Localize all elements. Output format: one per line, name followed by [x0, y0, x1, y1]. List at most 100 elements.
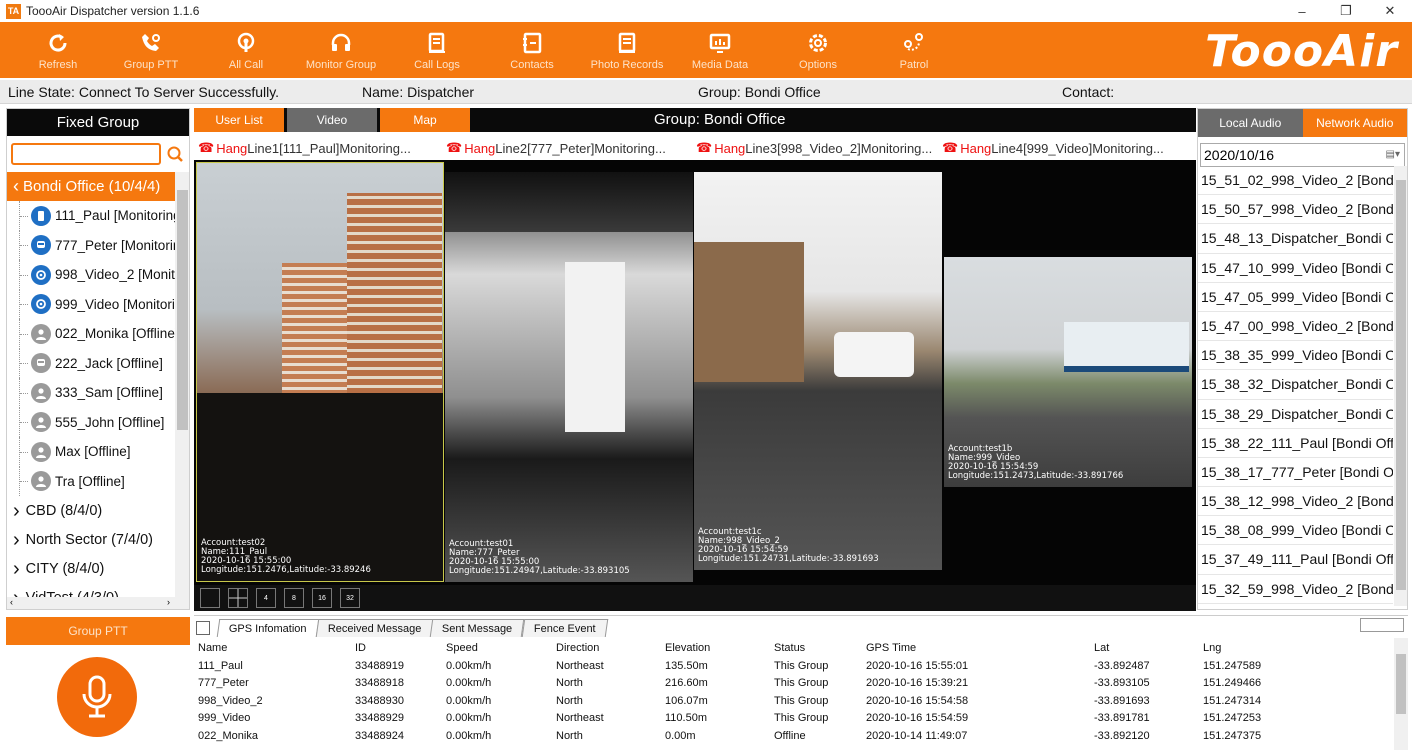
tree-member-item[interactable]: 998_Video_2 [Monitoring] [7, 260, 175, 290]
table-row[interactable]: 022_Monika 33488924 0.00km/h North 0.00m Offl… [198, 727, 1393, 745]
gps-vertical-scrollbar[interactable] [1394, 638, 1408, 750]
table-cell: 0.00km/h [446, 694, 492, 707]
layout-8-button[interactable]: 8 [284, 588, 304, 608]
audio-record-item[interactable]: 15_38_22_111_Paul [Bondi Office] [1198, 429, 1393, 458]
column-header[interactable]: Speed [446, 638, 556, 657]
video-tile-2[interactable]: Account:test01 Name:777_Peter 2020-10-16… [445, 172, 693, 582]
video-overlay-text: Account:test02 Name:111_Paul 2020-10-16 … [201, 538, 371, 575]
panel-layout-icon[interactable] [1360, 618, 1404, 632]
group-ptt-button[interactable]: Group PTT [116, 22, 186, 78]
tree-member-item[interactable]: 777_Peter [Monitoring] [7, 230, 175, 260]
monitor-line-2[interactable]: ☎ Hang Line2[777_Peter]Monitoring... [446, 140, 666, 156]
hang-phone-icon[interactable]: ☎ [942, 140, 958, 156]
audio-record-item[interactable]: 15_38_12_998_Video_2 [Bondi Office] [1198, 487, 1393, 517]
monitor-line-1[interactable]: ☎ Hang Line1[111_Paul]Monitoring... [198, 140, 411, 156]
audio-record-item[interactable]: 15_47_00_998_Video_2 [Bondi Office] [1198, 312, 1393, 342]
tree-member-item[interactable]: 111_Paul [Monitoring] [7, 201, 175, 231]
video-tile-1[interactable]: Account:test02 Name:111_Paul 2020-10-16 … [196, 162, 444, 582]
close-button[interactable]: ✕ [1368, 0, 1412, 22]
tree-member-item[interactable]: Tra [Offline] [7, 466, 175, 496]
tree-subgroup-item[interactable]: › CITY (8/4/0) [7, 554, 175, 583]
audio-record-item[interactable]: 15_38_29_Dispatcher_Bondi Office [1198, 400, 1393, 429]
monitor-line-3[interactable]: ☎ Hang Line3[998_Video_2]Monitoring... [696, 140, 932, 156]
audio-record-item[interactable]: 15_32_28_999_Video [Bondi Office] [1198, 604, 1393, 606]
column-header[interactable]: ID [355, 638, 446, 657]
audio-record-item[interactable]: 15_38_08_999_Video [Bondi Office] [1198, 516, 1393, 546]
maximize-button[interactable]: ❐ [1324, 0, 1368, 22]
hang-phone-icon[interactable]: ☎ [198, 140, 214, 156]
all-call-button[interactable]: All Call [216, 22, 276, 78]
panel-toggle-checkbox[interactable] [196, 621, 210, 635]
column-header[interactable]: GPS Time [866, 638, 1094, 657]
photo-records-button[interactable]: Photo Records [584, 22, 670, 78]
layout-16-button[interactable]: 16 [312, 588, 332, 608]
tree-subgroup-item[interactable]: › VidTest (4/3/0) [7, 583, 175, 598]
line-label: Line2[777_Peter]Monitoring... [495, 140, 666, 156]
audio-record-item[interactable]: 15_38_32_Dispatcher_Bondi Office [1198, 370, 1393, 400]
monitor-group-button[interactable]: Monitor Group [296, 22, 386, 78]
tree-member-item[interactable]: 222_Jack [Offline] [7, 348, 175, 378]
tree-group-bondi-office[interactable]: ‹ Bondi Office (10/4/4) [7, 172, 175, 201]
tab-video[interactable]: Video [287, 108, 377, 132]
audio-record-item[interactable]: 15_47_10_999_Video [Bondi Office] [1198, 254, 1393, 283]
group-search-input[interactable] [11, 143, 161, 165]
audio-record-item[interactable]: 15_47_05_999_Video [Bondi Office] [1198, 283, 1393, 312]
records-vertical-scrollbar[interactable] [1394, 166, 1407, 606]
column-header[interactable]: Lat [1094, 638, 1203, 657]
tree-member-item[interactable]: Max [Offline] [7, 437, 175, 467]
minimize-button[interactable]: – [1280, 0, 1324, 22]
tree-member-item[interactable]: 333_Sam [Offline] [7, 378, 175, 408]
table-row[interactable]: 777_Peter 33488918 0.00km/h North 216.60m Thi… [198, 675, 1393, 693]
column-header[interactable]: Status [774, 638, 866, 657]
tab-user-list[interactable]: User List [194, 108, 284, 132]
tab-network-audio[interactable]: Network Audio [1302, 109, 1407, 137]
tab-sent-message[interactable]: Sent Message [429, 619, 525, 637]
call-logs-button[interactable]: Call Logs [406, 22, 468, 78]
search-icon[interactable] [163, 143, 187, 165]
hang-phone-icon[interactable]: ☎ [446, 140, 462, 156]
tree-horizontal-scrollbar[interactable]: ‹ › [7, 597, 189, 609]
options-button[interactable]: Options [788, 22, 848, 78]
column-header[interactable]: Name [198, 638, 355, 657]
tab-gps-information[interactable]: GPS Infomation [216, 619, 319, 637]
calendar-dropdown-icon[interactable]: ▤▾ [1386, 144, 1400, 166]
audio-record-item[interactable]: 15_38_35_999_Video [Bondi Office] [1198, 341, 1393, 371]
table-row[interactable]: 111_Paul 33488919 0.00km/h Northeast 135.50m… [198, 657, 1393, 675]
tab-map[interactable]: Map [380, 108, 470, 132]
audio-record-item[interactable]: 15_38_17_777_Peter [Bondi Office] [1198, 458, 1393, 488]
column-header[interactable]: Direction [556, 638, 665, 657]
layout-32-button[interactable]: 32 [340, 588, 360, 608]
tree-member-item[interactable]: 555_John [Offline] [7, 407, 175, 437]
video-tile-4[interactable]: Account:test1b Name:999_Video 2020-10-16… [944, 257, 1192, 487]
monitor-line-4[interactable]: ☎ Hang Line4[999_Video]Monitoring... [942, 140, 1164, 156]
layout-4-grid-button[interactable] [228, 588, 248, 608]
ptt-microphone-button[interactable] [57, 657, 137, 737]
media-data-button[interactable]: Media Data [688, 22, 752, 78]
audio-record-item[interactable]: 15_51_02_998_Video_2 [Bondi Office] [1198, 166, 1393, 196]
video-tile-3[interactable]: Account:test1c Name:998_Video_2 2020-10-… [694, 172, 942, 570]
table-row[interactable]: 998_Video_2 33488930 0.00km/h North 106.07m T… [198, 692, 1393, 710]
audio-record-item[interactable]: 15_48_13_Dispatcher_Bondi Office [1198, 224, 1393, 254]
column-header[interactable]: Elevation [665, 638, 774, 657]
hang-phone-icon[interactable]: ☎ [696, 140, 712, 156]
tab-fence-event[interactable]: Fence Event [521, 619, 608, 637]
column-header[interactable]: Lng [1203, 638, 1393, 657]
patrol-button[interactable]: Patrol [884, 22, 944, 78]
tree-vertical-scrollbar[interactable] [175, 172, 189, 597]
refresh-button[interactable]: Refresh [28, 22, 88, 78]
audio-record-item[interactable]: 15_32_59_998_Video_2 [Bondi Office] [1198, 575, 1393, 604]
layout-4-button[interactable]: 4 [256, 588, 276, 608]
tree-subgroup-item[interactable]: › CBD (8/4/0) [7, 496, 175, 525]
tree-subgroup-item[interactable]: › North Sector (7/4/0) [7, 525, 175, 554]
audio-record-item[interactable]: 15_37_49_111_Paul [Bondi Office] [1198, 545, 1393, 575]
layout-1-button[interactable] [200, 588, 220, 608]
tab-local-audio[interactable]: Local Audio [1198, 109, 1303, 137]
audio-record-item[interactable]: 15_50_57_998_Video_2 [Bondi Office] [1198, 195, 1393, 225]
tree-member-item[interactable]: 022_Monika [Offline] [7, 319, 175, 349]
tree-member-item[interactable]: 999_Video [Monitoring] [7, 289, 175, 319]
video-overlay-text: Account:test01 Name:777_Peter 2020-10-16… [449, 539, 630, 576]
contacts-button[interactable]: Contacts [502, 22, 562, 78]
date-picker[interactable]: 2020/10/16 ▤▾ [1200, 143, 1405, 167]
table-row[interactable]: 999_Video 33488929 0.00km/h Northeast 110.50… [198, 710, 1393, 728]
tab-received-message[interactable]: Received Message [315, 619, 434, 637]
